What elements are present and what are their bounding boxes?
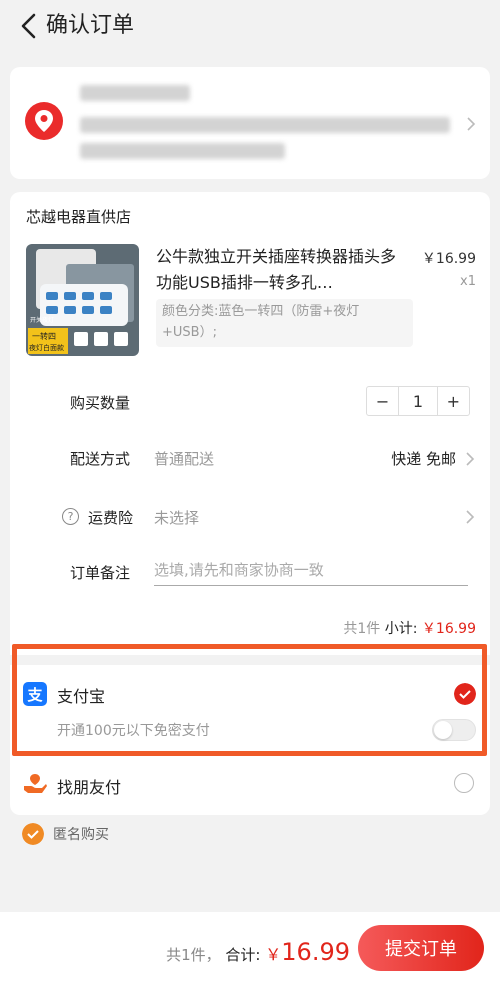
product-quantity: x1 bbox=[460, 274, 476, 289]
check-selected-icon[interactable] bbox=[454, 683, 476, 705]
submit-order-button[interactable]: 提交订单 bbox=[358, 925, 484, 971]
product-image-icon: 开关夜灯 一转四 夜灯白面款 bbox=[26, 244, 139, 356]
total-count: 共1件， bbox=[166, 946, 221, 964]
memo-label: 订单备注 bbox=[70, 564, 131, 582]
friend-pay-icon bbox=[24, 774, 47, 793]
shipping-option[interactable]: 快递 免邮 bbox=[391, 448, 456, 469]
address-line-2-blurred bbox=[80, 143, 285, 159]
toggle-knob bbox=[434, 721, 452, 739]
quantity-value[interactable]: 1 bbox=[398, 387, 438, 415]
subtotal-amount: ￥16.99 bbox=[421, 621, 476, 637]
address-line-1-blurred bbox=[80, 117, 450, 133]
location-pin-icon bbox=[25, 102, 63, 140]
chevron-right-icon[interactable] bbox=[465, 451, 475, 467]
help-circle-icon[interactable]: ? bbox=[62, 508, 79, 525]
check-circle-icon[interactable] bbox=[22, 823, 44, 845]
alipay-icon: 支 bbox=[23, 682, 47, 706]
chevron-right-icon bbox=[467, 117, 476, 131]
total-label: 合计: bbox=[225, 946, 261, 964]
back-arrow-icon[interactable] bbox=[18, 12, 40, 40]
subtotal-count: 共1件 bbox=[343, 621, 381, 637]
quantity-label: 购买数量 bbox=[70, 394, 131, 412]
product-name[interactable]: 公牛款独立开关插座转换器插头多功能USB插排一转多孔… bbox=[156, 244, 408, 296]
total-currency: ￥ bbox=[265, 945, 282, 964]
insurance-label: 运费险 bbox=[88, 509, 134, 527]
order-card: 芯越电器直供店 开关夜灯 一转四 夜灯白面款 公牛款独立开关插座转换器插头多功能… bbox=[10, 192, 490, 645]
order-total: 共1件， 合计: ￥16.99 bbox=[166, 938, 350, 966]
subtotal-label: 小计: bbox=[384, 621, 418, 637]
bottom-bar: 共1件， 合计: ￥16.99 提交订单 bbox=[0, 912, 500, 984]
section-divider bbox=[10, 655, 490, 665]
insurance-value[interactable]: 未选择 bbox=[154, 507, 199, 528]
svg-text:开关夜灯: 开关夜灯 bbox=[30, 316, 54, 324]
subtotal: 共1件 小计: ￥16.99 bbox=[343, 618, 476, 638]
anonymous-purchase-label[interactable]: 匿名购买 bbox=[53, 824, 109, 844]
friend-pay-radio[interactable] bbox=[454, 773, 474, 793]
chevron-right-icon[interactable] bbox=[465, 509, 475, 525]
address-card[interactable] bbox=[10, 67, 490, 179]
quantity-stepper: − 1 + bbox=[366, 386, 470, 416]
product-thumbnail[interactable]: 开关夜灯 一转四 夜灯白面款 bbox=[26, 244, 139, 356]
shipping-label: 配送方式 bbox=[70, 450, 131, 468]
product-price: ￥16.99 bbox=[421, 251, 476, 267]
quantity-plus-button[interactable]: + bbox=[438, 387, 469, 415]
friend-pay-option-label[interactable]: 找朋友付 bbox=[57, 774, 121, 798]
shipping-value: 普通配送 bbox=[154, 450, 215, 468]
total-amount: 16.99 bbox=[281, 938, 350, 966]
password-free-toggle[interactable] bbox=[432, 719, 476, 741]
quantity-minus-button[interactable]: − bbox=[367, 387, 398, 415]
product-spec: 颜色分类:蓝色一转四（防雷+夜灯+USB）; bbox=[156, 299, 413, 347]
svg-text:夜灯白面款: 夜灯白面款 bbox=[29, 343, 64, 352]
recipient-name-blurred bbox=[80, 85, 190, 101]
page-title: 确认订单 bbox=[46, 13, 135, 38]
alipay-option-label[interactable]: 支付宝 bbox=[57, 683, 105, 707]
top-bar: 确认订单 bbox=[0, 0, 500, 52]
memo-input[interactable] bbox=[154, 554, 468, 586]
shop-name[interactable]: 芯越电器直供店 bbox=[26, 206, 131, 227]
svg-text:一转四: 一转四 bbox=[32, 331, 56, 341]
alipay-password-free-label: 开通100元以下免密支付 bbox=[57, 723, 210, 739]
